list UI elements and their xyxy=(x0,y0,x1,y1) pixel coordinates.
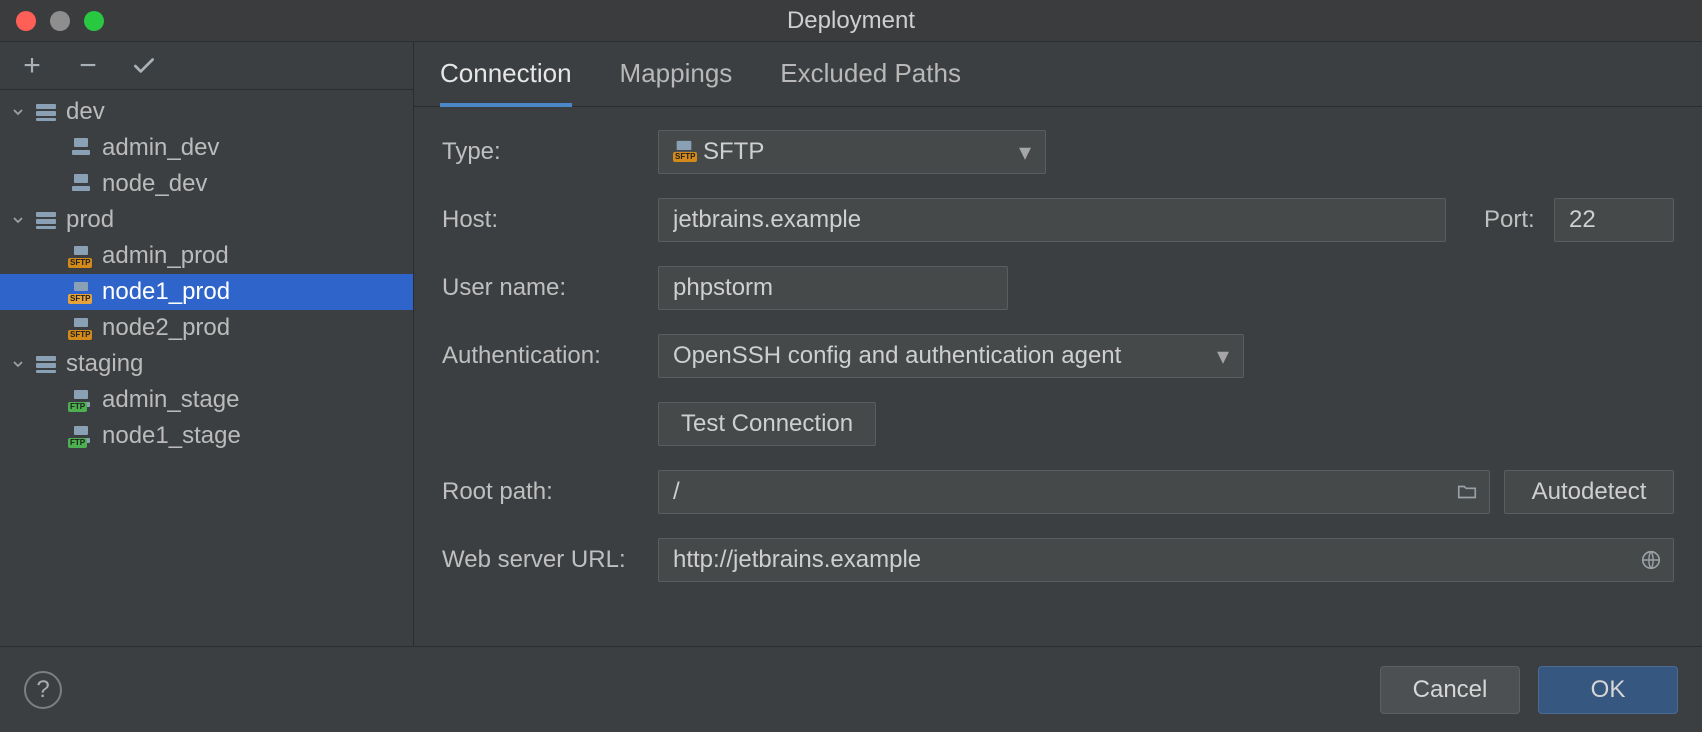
port-input[interactable] xyxy=(1554,198,1674,242)
dialog-footer: ? Cancel OK xyxy=(0,646,1702,732)
username-input[interactable] xyxy=(658,266,1008,310)
host-label: Host: xyxy=(442,206,658,234)
ftp-server-icon: FTP xyxy=(68,388,94,412)
sftp-server-icon: SFTP xyxy=(68,244,94,268)
add-server-button[interactable]: + xyxy=(18,52,46,80)
browse-folder-button[interactable] xyxy=(1445,481,1489,503)
minimize-window-icon[interactable] xyxy=(50,11,70,31)
web-server-url-label: Web server URL: xyxy=(442,546,658,574)
open-url-button[interactable] xyxy=(1629,549,1673,571)
chevron-down-icon: ▾ xyxy=(1019,138,1031,167)
local-server-icon xyxy=(68,136,94,160)
tree-group-staging[interactable]: staging xyxy=(0,346,413,382)
sidebar-toolbar: + − xyxy=(0,42,413,90)
tree-item-label: node1_stage xyxy=(102,422,241,450)
connection-form: Type: SFTP SFTP ▾ Host xyxy=(414,107,1702,603)
content-panel: Connection Mappings Excluded Paths Type: S… xyxy=(414,42,1702,646)
type-select[interactable]: SFTP SFTP ▾ xyxy=(658,130,1046,174)
tree-item-node1_prod[interactable]: SFTP node1_prod xyxy=(0,274,413,310)
tree-item-node1_stage[interactable]: FTP node1_stage xyxy=(0,418,413,454)
server-group-icon xyxy=(34,102,58,122)
tree-group-dev[interactable]: dev xyxy=(0,94,413,130)
chevron-down-icon xyxy=(10,214,26,226)
tabs: Connection Mappings Excluded Paths xyxy=(414,42,1702,107)
tree-item-admin_stage[interactable]: FTP admin_stage xyxy=(0,382,413,418)
local-server-icon xyxy=(68,172,94,196)
help-button[interactable]: ? xyxy=(24,671,62,709)
tree-item-node_dev[interactable]: node_dev xyxy=(0,166,413,202)
tab-mappings[interactable]: Mappings xyxy=(620,58,733,106)
sftp-server-icon: SFTP xyxy=(68,280,94,304)
tree-group-label: dev xyxy=(66,98,105,126)
tree-group-prod[interactable]: prod xyxy=(0,202,413,238)
web-server-url-input[interactable] xyxy=(659,539,1629,581)
tree-item-label: admin_prod xyxy=(102,242,229,270)
tab-excluded-paths[interactable]: Excluded Paths xyxy=(780,58,961,106)
autodetect-button[interactable]: Autodetect xyxy=(1504,470,1674,514)
host-input[interactable] xyxy=(658,198,1446,242)
window-title: Deployment xyxy=(787,7,915,35)
type-label: Type: xyxy=(442,138,658,166)
tree-group-label: prod xyxy=(66,206,114,234)
root-path-label: Root path: xyxy=(442,478,658,506)
type-value: SFTP xyxy=(703,138,764,166)
test-connection-button[interactable]: Test Connection xyxy=(658,402,876,446)
ftp-server-icon: FTP xyxy=(68,424,94,448)
tree-item-label: node2_prod xyxy=(102,314,230,342)
sidebar: + − dev admin_dev node_devprod SFTP admin_pr… xyxy=(0,42,414,646)
sftp-icon: SFTP xyxy=(673,142,695,162)
authentication-value: OpenSSH config and authentication agent xyxy=(673,342,1121,370)
root-path-input[interactable] xyxy=(659,471,1445,513)
tree-item-label: node_dev xyxy=(102,170,207,198)
close-window-icon[interactable] xyxy=(16,11,36,31)
username-label: User name: xyxy=(442,274,658,302)
tree-group-label: staging xyxy=(66,350,143,378)
cancel-button[interactable]: Cancel xyxy=(1380,666,1520,714)
sftp-server-icon: SFTP xyxy=(68,316,94,340)
apply-button[interactable] xyxy=(130,52,158,80)
server-group-icon xyxy=(34,210,58,230)
zoom-window-icon[interactable] xyxy=(84,11,104,31)
server-group-icon xyxy=(34,354,58,374)
tree-item-label: node1_prod xyxy=(102,278,230,306)
titlebar: Deployment xyxy=(0,0,1702,42)
authentication-select[interactable]: OpenSSH config and authentication agent … xyxy=(658,334,1244,378)
server-tree[interactable]: devadmin_devnode_devprodSFTPadmin_prodSF… xyxy=(0,90,413,646)
tab-connection[interactable]: Connection xyxy=(440,58,572,107)
window-controls xyxy=(0,11,104,31)
tree-item-admin_prod[interactable]: SFTP admin_prod xyxy=(0,238,413,274)
authentication-label: Authentication: xyxy=(442,342,658,370)
tree-item-label: admin_stage xyxy=(102,386,239,414)
port-label: Port: xyxy=(1484,206,1540,234)
tree-item-admin_dev[interactable]: admin_dev xyxy=(0,130,413,166)
remove-server-button[interactable]: − xyxy=(74,52,102,80)
tree-item-node2_prod[interactable]: SFTP node2_prod xyxy=(0,310,413,346)
chevron-down-icon: ▾ xyxy=(1217,342,1229,371)
chevron-down-icon xyxy=(10,106,26,118)
chevron-down-icon xyxy=(10,358,26,370)
ok-button[interactable]: OK xyxy=(1538,666,1678,714)
tree-item-label: admin_dev xyxy=(102,134,219,162)
